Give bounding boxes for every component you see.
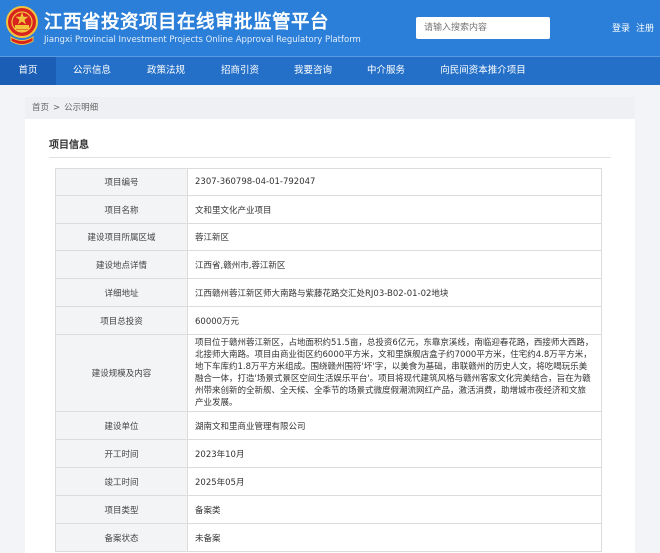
table-row: 项目类型 备案类	[55, 495, 602, 524]
search-input[interactable]	[416, 17, 550, 39]
row-value: 蓉江新区	[187, 223, 602, 251]
site-subtitle: Jiangxi Provincial Investment Projects O…	[44, 35, 361, 45]
row-label: 项目名称	[55, 195, 188, 224]
register-link[interactable]: 注册	[636, 21, 654, 34]
row-label: 项目编号	[55, 168, 188, 196]
table-row: 建设地点详情 江西省,赣州市,蓉江新区	[55, 250, 602, 279]
row-label: 备案状态	[55, 523, 188, 552]
row-value: 文和里文化产业项目	[187, 195, 602, 224]
row-label: 开工时间	[55, 439, 188, 468]
row-value: 未备案	[187, 523, 602, 552]
divider	[49, 157, 611, 158]
nav-item-private-capital[interactable]: 向民间资本推介项目	[428, 57, 538, 85]
site-header: 江西省投资项目在线审批监管平台 Jiangxi Provincial Inves…	[0, 0, 660, 56]
row-label: 项目类型	[55, 495, 188, 524]
nav-item-investment[interactable]: 招商引资	[208, 57, 272, 85]
table-row: 项目编号 2307-360798-04-01-792047	[55, 168, 602, 196]
row-value: 江西省,赣州市,蓉江新区	[187, 250, 602, 279]
breadcrumb-current: 公示明细	[64, 103, 99, 113]
row-value: 2023年10月	[187, 439, 602, 468]
national-emblem-icon	[6, 6, 38, 45]
table-row: 备案状态 未备案	[55, 523, 602, 552]
row-value: 江西赣州蓉江新区师大南路与紫藤花路交汇处RJ03-B02-01-02地块	[187, 278, 602, 307]
table-row: 开工时间 2023年10月	[55, 439, 602, 468]
row-label: 建设单位	[55, 411, 188, 440]
nav-item-policies[interactable]: 政策法规	[134, 57, 198, 85]
nav-item-consult[interactable]: 我要咨询	[281, 57, 345, 85]
row-label: 详细地址	[55, 278, 188, 307]
row-label: 建设地点详情	[55, 250, 188, 279]
table-row: 项目总投资 60000万元	[55, 306, 602, 335]
nav-item-home[interactable]: 首页	[0, 57, 56, 85]
row-value: 项目位于赣州蓉江新区，占地面积约51.5亩，总投资6亿元，东靠京溪线，南临迎春花…	[187, 334, 602, 412]
main-content: 首页 > 公示明细 项目信息 项目编号 2307-360798-04-01-7920…	[25, 97, 635, 553]
row-value: 湖南文和里商业管理有限公司	[187, 411, 602, 440]
row-label: 项目总投资	[55, 306, 188, 335]
table-row: 建设项目所属区域 蓉江新区	[55, 223, 602, 251]
table-row: 项目名称 文和里文化产业项目	[55, 195, 602, 224]
breadcrumb: 首页 > 公示明细	[25, 97, 635, 119]
row-value: 2307-360798-04-01-792047	[187, 168, 602, 196]
project-info-table: 项目编号 2307-360798-04-01-792047 项目名称 文和里文化…	[55, 168, 602, 552]
row-value: 60000万元	[187, 306, 602, 335]
row-label: 建设项目所属区域	[55, 223, 188, 251]
breadcrumb-home[interactable]: 首页	[32, 103, 49, 113]
nav-item-agency[interactable]: 中介服务	[354, 57, 418, 85]
main-nav: 首页 公示信息 政策法规 招商引资 我要咨询 中介服务 向民间资本推介项目	[0, 56, 660, 85]
row-label: 建设规模及内容	[55, 334, 188, 412]
table-row: 竣工时间 2025年05月	[55, 467, 602, 496]
row-value: 备案类	[187, 495, 602, 524]
site-title: 江西省投资项目在线审批监管平台	[44, 12, 330, 33]
table-row: 详细地址 江西赣州蓉江新区师大南路与紫藤花路交汇处RJ03-B02-01-02地…	[55, 278, 602, 307]
nav-item-announcements[interactable]: 公示信息	[60, 57, 124, 85]
row-label: 竣工时间	[55, 467, 188, 496]
section-title: 项目信息	[49, 140, 89, 151]
row-value: 2025年05月	[187, 467, 602, 496]
login-link[interactable]: 登录	[612, 21, 630, 34]
breadcrumb-separator: >	[53, 103, 61, 113]
table-row: 建设规模及内容 项目位于赣州蓉江新区，占地面积约51.5亩，总投资6亿元，东靠京…	[55, 334, 602, 412]
table-row: 建设单位 湖南文和里商业管理有限公司	[55, 411, 602, 440]
